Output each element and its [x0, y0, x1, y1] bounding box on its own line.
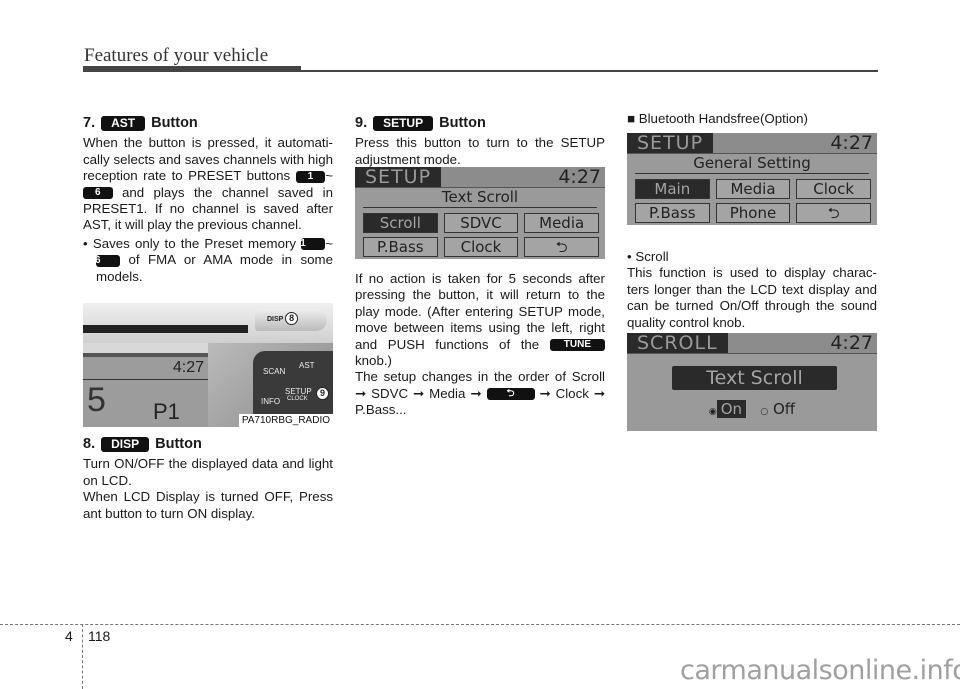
- setup-lcd-text-scroll: SETUP 4:27 Text Scroll Scroll SDVC Media…: [355, 167, 605, 259]
- lcd-options: ◉ On ○ Off: [627, 400, 877, 418]
- section-9-paragraph-2: If no action is taken for 5 seconds afte…: [355, 271, 605, 369]
- section-word: Button: [155, 436, 202, 452]
- lcd-btn-clock: Clock: [796, 179, 871, 199]
- lcd-btn-sdvc: SDVC: [443, 213, 519, 233]
- setup-key-badge: SETUP: [373, 115, 434, 131]
- scroll-paragraph: This function is used to display charac-…: [627, 265, 877, 330]
- ast-label: AST: [299, 361, 315, 370]
- section-8: 8. DISP Button Turn ON/OFF the displayed…: [83, 436, 333, 522]
- preset-6-badge: 6: [83, 187, 113, 200]
- section-7-heading: 7. AST Button: [83, 115, 333, 131]
- scroll-bullet: • Scroll: [627, 249, 669, 264]
- preset-1-badge: 1: [300, 238, 326, 251]
- section-9: 9. SETUP Button Press this button to tur…: [355, 115, 605, 168]
- lcd-button-grid: Scroll SDVC Media P.Bass Clock ⮌: [363, 213, 599, 257]
- lcd-time: 4:27: [830, 333, 873, 354]
- text: knob.): [355, 353, 392, 369]
- lcd-btn-media: Media: [524, 213, 599, 233]
- info-label: INFO: [261, 397, 281, 406]
- section-8-paragraph-2: When LCD Display is turned OFF, Press an…: [83, 489, 333, 521]
- lcd-mode: SETUP: [355, 167, 442, 187]
- section-word: Button: [439, 115, 486, 131]
- lcd-btn-pbass: P.Bass: [363, 237, 438, 257]
- header-title: Features of your vehicle: [84, 45, 269, 66]
- preset-6-badge: 6: [95, 254, 120, 267]
- lcd-btn-pbass: P.Bass: [635, 203, 710, 223]
- chapter-number: 4: [65, 628, 73, 644]
- section-number: 8.: [83, 436, 96, 452]
- text: of FMA or AMA mode in some models.: [96, 252, 333, 284]
- callout-8: 8: [285, 312, 299, 325]
- lcd-mode: SCROLL: [627, 333, 728, 353]
- clock-label: CLOCK: [287, 396, 308, 402]
- lcd-mode: SETUP: [627, 133, 714, 153]
- header-rule: [301, 70, 878, 72]
- photo-caption: PA710RBG_RADIO: [238, 414, 333, 427]
- lcd-rule: [363, 207, 597, 208]
- disp-key-badge: DISP: [101, 436, 150, 452]
- section-number: 7.: [83, 115, 96, 131]
- column-1: 7. AST Button When the button is pressed…: [83, 115, 333, 285]
- callout-9: 9: [316, 387, 329, 400]
- lcd-button-grid: Main Media Clock P.Bass Phone ⮌: [635, 179, 871, 223]
- preset-1-badge: 1: [295, 170, 326, 183]
- watermark: carmanualsonline.info: [680, 655, 960, 686]
- radio-screen: 4:27 5 P1: [83, 353, 208, 427]
- scroll-lcd: SCROLL 4:27 Text Scroll ◉ On ○ Off: [627, 333, 877, 431]
- lcd-btn-scroll: Scroll: [363, 213, 438, 233]
- footer-divider: [82, 624, 83, 689]
- header-bar: [83, 66, 301, 72]
- disp-button-photo: DISP 8: [255, 309, 327, 331]
- section-8-paragraph-1: Turn ON/OFF the displayed data and light…: [83, 456, 333, 488]
- section-9-paragraph: Press this button to turn to the SETUP a…: [355, 135, 605, 167]
- lcd-time: 4:27: [830, 133, 873, 154]
- section-8-heading: 8. DISP Button: [83, 436, 333, 452]
- screen-time: 4:27: [172, 359, 204, 376]
- section-9-heading: 9. SETUP Button: [355, 115, 605, 131]
- option-off: Off: [772, 400, 796, 418]
- bluetooth-heading: ■ Bluetooth Handsfree(Option): [627, 111, 877, 127]
- lcd-text-scroll-title: Text Scroll: [672, 366, 837, 390]
- section-number: 9.: [355, 115, 368, 131]
- section-9-body: If no action is taken for 5 seconds afte…: [355, 271, 605, 419]
- lcd-subtitle: Text Scroll: [441, 188, 519, 206]
- back-arrow-icon: ⮌: [524, 237, 599, 257]
- screen-channel: 5: [87, 381, 106, 419]
- radio-photo: DISP 8 4:27 5 P1 SCAN AST INFO SETUP CLO…: [83, 303, 333, 427]
- bluetooth-heading-text: ■ Bluetooth Handsfree(Option): [627, 111, 808, 126]
- ast-key-badge: AST: [101, 115, 146, 131]
- radio-selected-icon: ◉: [708, 407, 717, 417]
- setup-label: SETUP: [285, 387, 312, 396]
- setup-lcd-general: SETUP 4:27 General Setting Main Media Cl…: [627, 133, 877, 225]
- tune-key-badge: TUNE: [549, 339, 605, 352]
- text: • Saves only to the Preset memory: [83, 235, 297, 251]
- lcd-btn-clock: Clock: [443, 237, 519, 257]
- section-7-bullet: • Saves only to the Preset memory 1 ~6 of…: [83, 236, 333, 285]
- scan-label: SCAN: [263, 367, 286, 376]
- section-word: Button: [151, 115, 198, 131]
- tilde: ~: [325, 168, 333, 184]
- screen-divider: [83, 379, 208, 380]
- disp-label: DISP: [267, 316, 284, 323]
- footer-rule: [0, 624, 960, 625]
- radio-unselected-icon: ○: [760, 407, 769, 417]
- lcd-subtitle: General Setting: [693, 154, 811, 172]
- lcd-rule: [635, 173, 869, 174]
- lcd-btn-main: Main: [635, 179, 710, 199]
- text: and plays the channel saved in PRESET1. …: [83, 184, 333, 233]
- lcd-time: 4:27: [558, 167, 601, 188]
- tilde: ~: [325, 235, 333, 251]
- lcd-btn-phone: Phone: [715, 203, 791, 223]
- section-7-paragraph: When the button is pressed, it automati-…: [83, 135, 333, 233]
- cd-slot: [83, 325, 248, 333]
- screen-preset: P1: [153, 399, 180, 424]
- back-arrow-icon: ⮌: [796, 203, 871, 223]
- back-key-badge: ⮌: [486, 388, 535, 401]
- scroll-section: • Scroll This function is used to displa…: [627, 249, 877, 331]
- lcd-btn-media: Media: [715, 179, 791, 199]
- option-on: On: [716, 400, 747, 418]
- page-number: 118: [88, 628, 111, 644]
- section-9-paragraph-3: The setup changes in the order of Scroll…: [355, 369, 605, 418]
